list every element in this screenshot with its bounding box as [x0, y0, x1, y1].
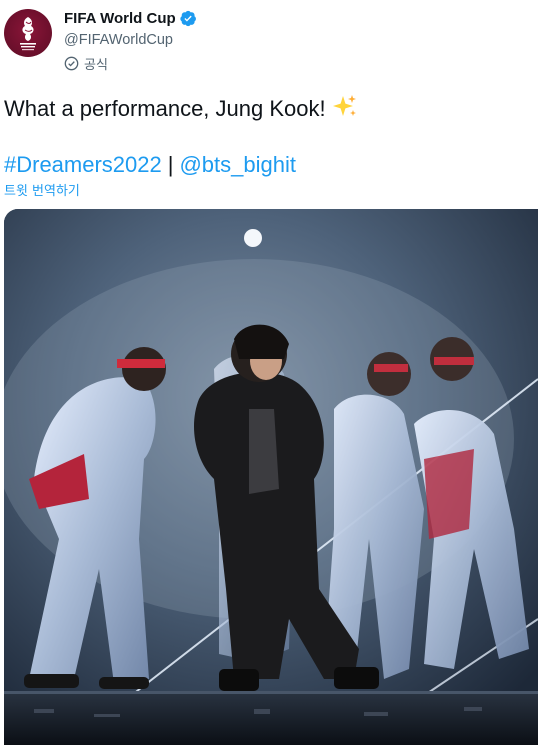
- concert-stage-photo: [4, 209, 538, 745]
- official-label-row: 공식: [64, 54, 108, 73]
- translate-tweet-link[interactable]: 트윗 번역하기: [4, 180, 80, 199]
- tweet-media-photo[interactable]: [4, 209, 538, 745]
- hashtag-link[interactable]: #Dreamers2022: [4, 152, 162, 177]
- fifa-logo-icon: [20, 17, 36, 51]
- tweet-body: What a performance, Jung Kook!: [4, 96, 326, 121]
- display-name[interactable]: FIFA World Cup: [64, 10, 176, 27]
- official-label: 공식: [84, 58, 108, 73]
- tweet-tags: #Dreamers2022 | @bts_bighit: [4, 151, 296, 179]
- official-check-icon: [64, 56, 79, 71]
- name-row: FIFA World Cup: [64, 10, 197, 27]
- sparkles-icon: [332, 95, 356, 116]
- account-handle[interactable]: @FIFAWorldCup: [64, 32, 173, 48]
- tag-separator: |: [167, 152, 174, 177]
- avatar[interactable]: [4, 9, 52, 57]
- tweet-text: What a performance, Jung Kook!: [4, 94, 358, 123]
- tweet-header: FIFA World Cup @FIFAWorldCup 공식: [0, 0, 538, 80]
- verified-badge-icon: [180, 10, 196, 27]
- mention-link[interactable]: @bts_bighit: [179, 152, 296, 177]
